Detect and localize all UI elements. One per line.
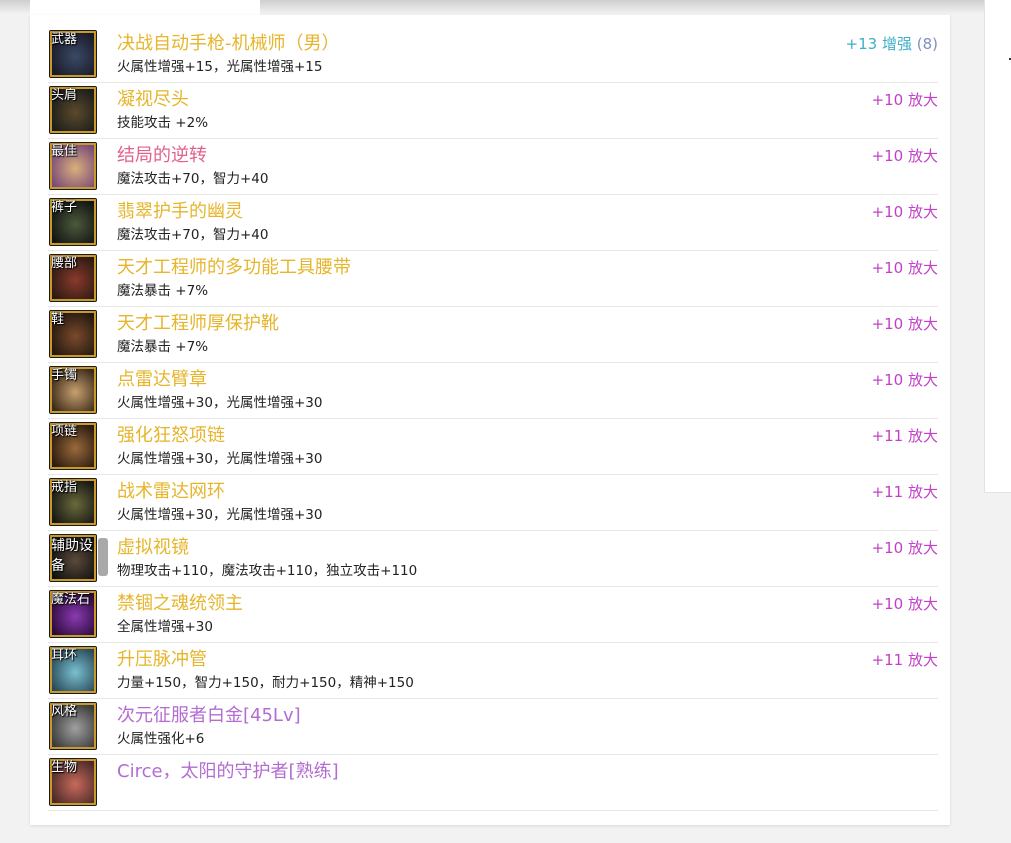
equipment-row[interactable]: 最佳 结局的逆转魔法攻击+70，智力+40 +10 放大 xyxy=(48,139,938,195)
item-name[interactable]: 天才工程师厚保护靴 xyxy=(117,313,279,335)
item-stats: 力量+150，智力+150，耐力+150，精神+150 xyxy=(117,675,414,691)
slot-label: 头肩 xyxy=(51,88,78,103)
equipment-list: 武器 决战自动手枪-机械师（男） 火属性增强+15，光属性增强+15 +13 增强 (… xyxy=(48,27,938,811)
enhancement-badge: +10 放大 xyxy=(872,370,938,390)
slot-label: 腰部 xyxy=(51,256,78,271)
item-name[interactable]: 凝视尽头 xyxy=(117,89,189,111)
equipment-icon[interactable]: 武器 xyxy=(49,30,97,78)
equipment-icon[interactable]: 最佳 xyxy=(49,142,97,190)
equipment-icon[interactable]: 戒指 xyxy=(49,478,97,526)
item-name[interactable]: 升压脉冲管 xyxy=(117,649,207,671)
slot-label: 耳环 xyxy=(51,648,78,663)
equipment-icon[interactable]: 裤子 xyxy=(49,198,97,246)
enhancement-badge: +10 放大 xyxy=(872,202,938,222)
item-name[interactable]: 结局的逆转 xyxy=(117,145,207,167)
item-name[interactable]: 次元征服者白金[45Lv] xyxy=(117,705,301,727)
item-stats: 物理攻击+110，魔法攻击+110，独立攻击+110 xyxy=(117,563,418,579)
item-stats: 火属性增强+30，光属性增强+30 xyxy=(117,395,323,411)
item-stats: 火属性增强+15，光属性增强+15 xyxy=(117,59,323,75)
enhancement-badge: +11 放大 xyxy=(872,650,938,670)
equipment-row[interactable]: 生物 Circe，太阳的守护者[熟练] xyxy=(48,755,938,811)
slot-label: 裤子 xyxy=(51,200,78,215)
equipment-icon[interactable]: 头肩 xyxy=(49,86,97,134)
equipment-icon[interactable]: 鞋 xyxy=(49,310,97,358)
item-name[interactable]: 翡翠护手的幽灵 xyxy=(117,201,243,223)
equipment-row[interactable]: 魔法石 禁锢之魂统领主全属性增强+30 +10 放大 xyxy=(48,587,938,643)
equipment-row[interactable]: 戒指 战术雷达网环火属性增强+30，光属性增强+30 +11 放大 xyxy=(48,475,938,531)
enhancement-badge: +10 放大 xyxy=(872,314,938,334)
item-name[interactable]: 禁锢之魂统领主 xyxy=(117,593,243,615)
enhancement-badge: +10 放大 xyxy=(872,258,938,278)
item-name[interactable]: 强化狂怒项链 xyxy=(117,425,225,447)
equipment-row[interactable]: 裤子 翡翠护手的幽灵魔法攻击+70，智力+40 +10 放大 xyxy=(48,195,938,251)
enhancement-level: +10 放大 xyxy=(871,315,938,333)
item-stats: 技能攻击 +2% xyxy=(117,115,209,131)
item-name[interactable]: 战术雷达网环 xyxy=(117,481,225,503)
slot-label: 辅助设备 xyxy=(51,538,93,574)
equipment-row[interactable]: 武器 决战自动手枪-机械师（男） 火属性增强+15，光属性增强+15 +13 增强 (… xyxy=(48,27,938,83)
equipment-card: 武器 决战自动手枪-机械师（男） 火属性增强+15，光属性增强+15 +13 增强 (… xyxy=(30,15,950,825)
enhancement-level: +11 放大 xyxy=(871,651,938,669)
equipment-icon[interactable]: 项链 xyxy=(49,422,97,470)
enhancement-level: +10 放大 xyxy=(871,539,938,557)
slot-label: 魔法石 xyxy=(51,592,91,607)
equipment-icon[interactable]: 腰部 xyxy=(49,254,97,302)
equipment-row[interactable]: 项链 强化狂怒项链火属性增强+30，光属性增强+30 +11 放大 xyxy=(48,419,938,475)
equipment-row[interactable]: 腰部 天才工程师的多功能工具腰带魔法暴击 +7% +10 放大 xyxy=(48,251,938,307)
right-side-panel xyxy=(984,0,1011,493)
enhancement-level: +13 增强 xyxy=(845,35,912,53)
equipment-icon[interactable]: 风格 xyxy=(49,702,97,750)
enhancement-level: +10 放大 xyxy=(871,147,938,165)
enhancement-level: +11 放大 xyxy=(871,483,938,501)
equipment-icon[interactable]: 手镯 xyxy=(49,366,97,414)
enhancement-level: +10 放大 xyxy=(871,203,938,221)
equipment-row[interactable]: 头肩 凝视尽头技能攻击 +2% +10 放大 xyxy=(48,83,938,139)
item-name[interactable]: Circe，太阳的守护者[熟练] xyxy=(117,761,339,783)
enhancement-badge: +11 放大 xyxy=(872,426,938,446)
equipment-icon[interactable]: 耳环 xyxy=(49,646,97,694)
slot-label: 武器 xyxy=(51,32,78,47)
scroll-handle[interactable] xyxy=(98,538,108,576)
item-name[interactable]: 点雷达臂章 xyxy=(117,369,207,391)
item-stats: 全属性增强+30 xyxy=(117,619,213,635)
equipment-row[interactable]: 辅助设备 虚拟视镜物理攻击+110，魔法攻击+110，独立攻击+110 +10 放大 xyxy=(48,531,938,587)
equipment-icon[interactable]: 辅助设备 xyxy=(49,534,97,582)
enhancement-level: +11 放大 xyxy=(871,427,938,445)
item-stats: 火属性强化+6 xyxy=(117,731,205,747)
item-name[interactable]: 天才工程师的多功能工具腰带 xyxy=(117,257,351,279)
item-name[interactable]: 虚拟视镜 xyxy=(117,537,189,559)
item-stats: 火属性增强+30，光属性增强+30 xyxy=(117,507,323,523)
item-stats: 魔法暴击 +7% xyxy=(117,339,209,355)
equipment-row[interactable]: 手镯 点雷达臂章火属性增强+30，光属性增强+30 +10 放大 xyxy=(48,363,938,419)
enhancement-badge: +11 放大 xyxy=(872,482,938,502)
item-name[interactable]: 决战自动手枪-机械师（男） xyxy=(117,33,340,55)
enhancement-badge: +13 增强 (8) xyxy=(846,34,938,54)
equipment-icon[interactable]: 生物 xyxy=(49,758,97,806)
slot-label: 风格 xyxy=(51,704,78,719)
top-tab-strip xyxy=(30,0,260,16)
item-stats: 魔法暴击 +7% xyxy=(117,283,209,299)
enhancement-badge: +10 放大 xyxy=(872,90,938,110)
enhancement-level: +10 放大 xyxy=(871,595,938,613)
equipment-icon[interactable]: 魔法石 xyxy=(49,590,97,638)
enhancement-level: +10 放大 xyxy=(871,259,938,277)
enhancement-level: +10 放大 xyxy=(871,371,938,389)
enhancement-level: +10 放大 xyxy=(871,91,938,109)
slot-label: 项链 xyxy=(51,424,78,439)
item-stats: 火属性增强+30，光属性增强+30 xyxy=(117,451,323,467)
slot-label: 最佳 xyxy=(51,144,78,159)
slot-label: 手镯 xyxy=(51,368,78,383)
slot-label: 生物 xyxy=(51,760,78,775)
slot-label: 戒指 xyxy=(51,480,78,495)
item-stats: 魔法攻击+70，智力+40 xyxy=(117,171,269,187)
enhancement-badge: +10 放大 xyxy=(872,146,938,166)
slot-label: 鞋 xyxy=(51,312,65,327)
equipment-row[interactable]: 耳环 升压脉冲管力量+150，智力+150，耐力+150，精神+150 +11 放大 xyxy=(48,643,938,699)
item-stats: 魔法攻击+70，智力+40 xyxy=(117,227,269,243)
equipment-row[interactable]: 风格 次元征服者白金[45Lv] 火属性强化+6 xyxy=(48,699,938,755)
equipment-row[interactable]: 鞋 天才工程师厚保护靴魔法暴击 +7% +10 放大 xyxy=(48,307,938,363)
enhancement-count: (8) xyxy=(916,35,938,53)
enhancement-badge: +10 放大 xyxy=(872,538,938,558)
enhancement-badge: +10 放大 xyxy=(872,594,938,614)
